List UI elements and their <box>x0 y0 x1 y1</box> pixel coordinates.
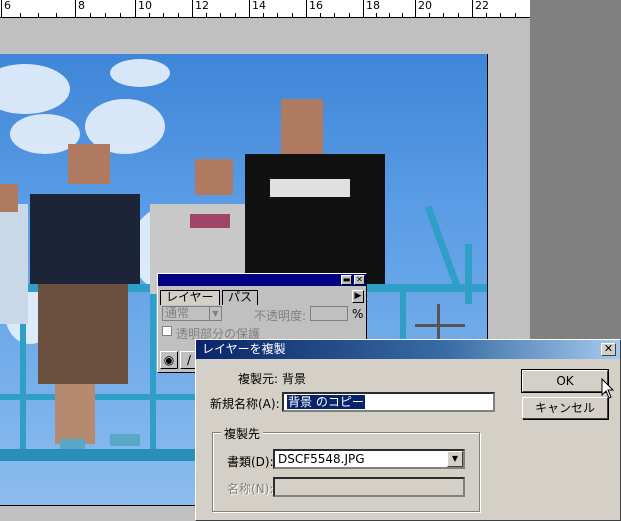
chevron-down-icon: ▼ <box>209 307 221 320</box>
ruler-number: 20 <box>418 0 432 12</box>
ruler-number: 14 <box>252 0 266 12</box>
close-icon[interactable]: ✕ <box>354 275 365 285</box>
source-value: 背景 <box>282 372 307 386</box>
cancel-button[interactable]: キャンセル <box>522 397 608 419</box>
palette-menu-arrow-icon[interactable]: ▶ <box>352 290 364 303</box>
dialog-title: レイヤーを複製 <box>202 342 286 356</box>
opacity-label: 不透明度: <box>254 309 307 323</box>
document-label: 書類(D): <box>227 455 274 469</box>
ruler-number: 12 <box>195 0 209 12</box>
close-icon[interactable]: ✕ <box>601 343 616 356</box>
tab-layers[interactable]: レイヤー <box>160 290 220 305</box>
ruler-number: 8 <box>78 0 85 12</box>
document-select[interactable]: DSCF5548.JPG ▼ <box>273 449 465 469</box>
ruler-number: 22 <box>475 0 489 12</box>
mouse-cursor-icon <box>601 378 615 399</box>
eye-icon[interactable]: ◉ <box>160 351 178 369</box>
preserve-transparency-checkbox[interactable] <box>162 326 172 336</box>
duplicate-layer-dialog[interactable]: レイヤーを複製 ✕ 複製元: 背景 新規名称(A): 背景 のコピー 複製先 書… <box>195 339 621 521</box>
ruler-number: 6 <box>4 0 11 12</box>
palette-title-bar[interactable]: ▬ ✕ <box>158 274 366 286</box>
horizontal-ruler[interactable]: 6 8 10 12 14 16 18 20 22 <box>0 0 530 18</box>
ok-button[interactable]: OK <box>521 369 609 393</box>
ruler-number: 10 <box>138 0 152 12</box>
new-name-value: 背景 のコピー <box>287 395 365 409</box>
ruler-number: 18 <box>366 0 380 12</box>
blend-mode-value: 通常 <box>165 306 190 320</box>
minimize-icon[interactable]: ▬ <box>341 275 352 285</box>
blend-mode-select[interactable]: 通常 ▼ <box>162 306 222 321</box>
opacity-input[interactable] <box>310 306 348 321</box>
tab-paths[interactable]: パス <box>222 290 259 305</box>
new-name-field[interactable]: 背景 のコピー <box>282 392 495 412</box>
source-label: 複製元: <box>238 372 279 386</box>
document-value: DSCF5548.JPG <box>278 452 365 466</box>
ruler-number: 16 <box>309 0 323 12</box>
name-field[interactable] <box>273 477 465 497</box>
opacity-unit: % <box>352 307 364 321</box>
dialog-title-bar[interactable]: レイヤーを複製 ✕ <box>196 340 620 359</box>
destination-group-label: 複製先 <box>221 425 264 442</box>
destination-group: 複製先 書類(D): DSCF5548.JPG ▼ 名称(N): <box>212 425 480 512</box>
chevron-down-icon[interactable]: ▼ <box>447 451 463 467</box>
name-label: 名称(N): <box>227 482 274 496</box>
new-name-label: 新規名称(A): <box>210 397 280 411</box>
